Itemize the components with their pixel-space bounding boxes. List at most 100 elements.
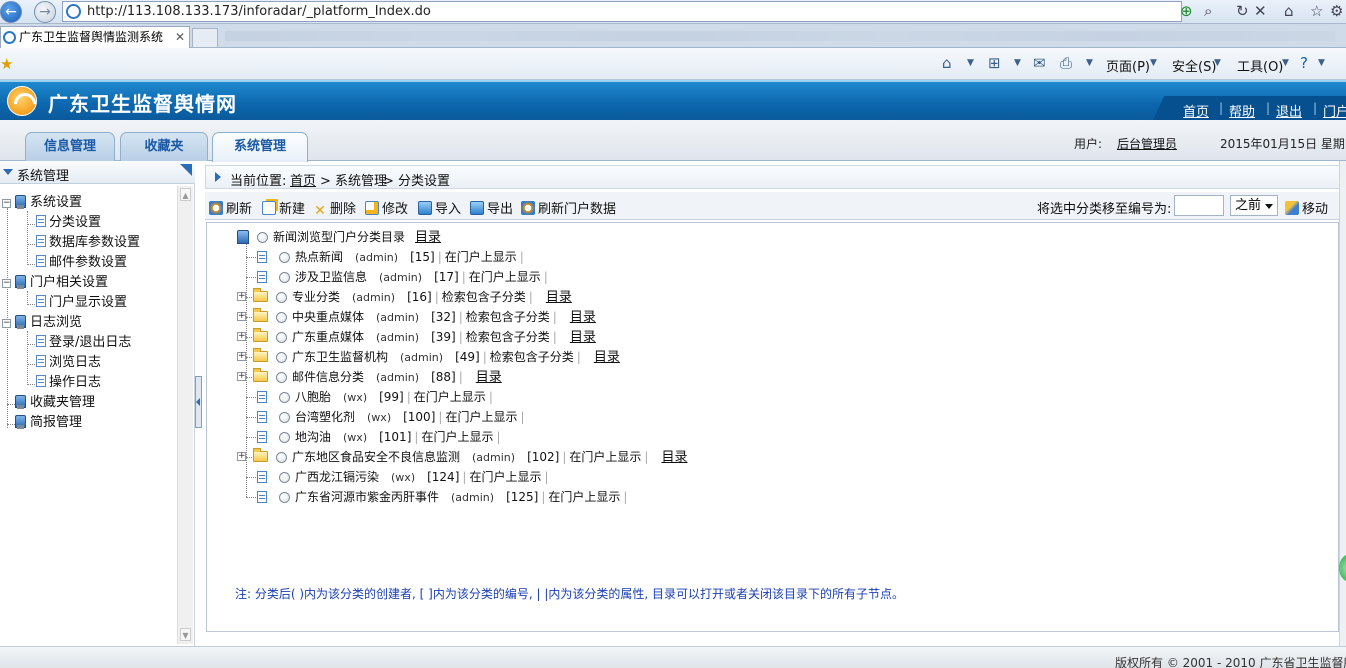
tree-expander[interactable]: + [237,372,246,381]
feeds-icon[interactable]: ⊞ [988,54,1001,72]
import-button[interactable]: 导入 [418,198,461,217]
category-radio[interactable] [279,492,290,503]
category-dir-link[interactable]: 目录 [570,310,596,325]
category-radio[interactable] [279,272,290,283]
position-select[interactable]: 之前 [1230,195,1278,216]
category-id: [39] [431,330,456,344]
tree-expander[interactable]: + [237,452,246,461]
chevron-down-icon[interactable]: ▼ [1014,58,1021,68]
tab-info-management[interactable]: 信息管理 [25,132,115,161]
sidebar-item-database-settings[interactable]: 数据库参数设置 [36,234,140,252]
sidebar-item-category-settings[interactable]: 分类设置 [36,214,101,232]
chevron-down-icon[interactable]: ▼ [1318,58,1325,68]
sidebar-item-portal-settings[interactable]: 门户相关设置 [15,274,108,292]
tree-expander[interactable]: + [237,292,246,301]
page-menu[interactable]: 页面(P) [1106,56,1150,75]
separator: | [528,290,533,304]
help-icon[interactable]: ? [1300,54,1308,72]
category-radio[interactable] [279,252,290,263]
delete-button[interactable]: ✕ 删除 [313,198,356,219]
refresh-button[interactable]: 刷新 [209,198,252,217]
refresh-icon[interactable]: ↻ [1236,2,1249,20]
home-icon[interactable]: ⌂ [1284,2,1294,20]
category-dir-link[interactable]: 目录 [570,330,596,345]
sidebar-item-operation-log[interactable]: 操作日志 [36,374,101,392]
safety-menu[interactable]: 安全(S) [1172,56,1216,75]
sidebar-item-browse-log[interactable]: 浏览日志 [36,354,101,372]
gear-icon[interactable]: ⚙ [1330,2,1343,20]
tree-expander[interactable]: + [237,312,246,321]
sidebar-item-login-log[interactable]: 登录/退出日志 [36,334,131,352]
print-icon[interactable]: ⎙ [1060,54,1072,72]
category-row: 广东省河源市紫金丙肝事件 (admin) [125] | 在门户上显示 | [257,487,630,507]
category-radio[interactable] [276,372,287,383]
root-dir-link[interactable]: 目录 [415,230,441,245]
category-radio[interactable] [279,412,290,423]
home-icon[interactable]: ⌂ [942,54,952,72]
search-icon[interactable]: ⌕ [1204,2,1212,20]
tools-menu[interactable]: 工具(O) [1237,56,1283,75]
browser-tab[interactable]: 广东卫生监督舆情监测系统 ✕ [0,26,190,48]
favorites-star-icon[interactable]: ★ [0,55,13,73]
chevron-down-icon[interactable]: ▼ [1086,58,1093,68]
mail-icon[interactable]: ✉ [1033,54,1046,72]
scroll-down-icon[interactable]: ▼ [180,628,191,641]
collapse-arrow-icon[interactable] [3,169,13,175]
sidebar-scrollbar[interactable]: ▲ ▼ [177,186,193,644]
tree-expander[interactable]: + [237,352,246,361]
favorites-icon[interactable]: ☆ [1310,2,1323,20]
sidebar-toggle-handle[interactable] [195,376,202,428]
back-button[interactable]: ← [0,1,22,23]
sidebar-item-system-settings[interactable]: 系统设置 [15,194,82,212]
sidebar-item-mail-settings[interactable]: 邮件参数设置 [36,254,127,272]
category-radio[interactable] [279,472,290,483]
stop-icon[interactable]: ✕ [1254,2,1267,20]
category-dir-link[interactable]: 目录 [594,350,620,365]
scroll-up-icon[interactable]: ▲ [180,188,191,201]
category-radio[interactable] [279,432,290,443]
url-field[interactable]: http://113.108.133.173/inforadar/_platfo… [62,1,1182,22]
category-radio[interactable] [279,392,290,403]
tab-system-management[interactable]: 系统管理 [212,132,308,162]
sidebar-item-log-browse[interactable]: 日志浏览 [15,314,82,332]
tree-expander[interactable]: − [2,279,11,288]
sidebar-item-briefing-management[interactable]: 简报管理 [15,414,82,432]
export-button[interactable]: 导出 [470,198,513,217]
new-tab-button[interactable] [192,28,218,48]
category-radio[interactable] [276,332,287,343]
home-link[interactable]: 首页 [1183,101,1209,120]
root-radio[interactable] [257,232,268,243]
tree-expander[interactable]: + [237,332,246,341]
separator: | [552,330,557,344]
category-radio[interactable] [276,312,287,323]
close-icon[interactable]: ✕ [175,27,185,47]
category-id: [125] [506,490,539,504]
move-button[interactable]: 移动 [1285,198,1328,217]
logout-link[interactable]: 退出 [1276,101,1302,120]
new-button[interactable]: 新建 [262,198,305,217]
separator: | [562,450,567,464]
sidebar-item-favorites-management[interactable]: 收藏夹管理 [15,394,95,412]
portal-link[interactable]: 门户 [1323,101,1346,120]
forward-button[interactable]: → [34,1,56,23]
category-radio[interactable] [276,452,287,463]
document-icon [36,375,46,387]
refresh-portal-button[interactable]: 刷新门户数据 [521,198,616,217]
import-icon [418,201,432,215]
sidebar-item-portal-display[interactable]: 门户显示设置 [36,294,127,312]
edit-button[interactable]: 修改 [365,198,408,217]
category-dir-link[interactable]: 目录 [476,370,502,385]
user-name-link[interactable]: 后台管理员 [1117,135,1177,152]
category-radio[interactable] [276,352,287,363]
breadcrumb-home-link[interactable]: 首页 [290,170,316,189]
category-dir-link[interactable]: 目录 [546,290,572,305]
tab-favorites[interactable]: 收藏夹 [120,132,208,161]
category-dir-link[interactable]: 目录 [661,450,687,465]
tree-expander[interactable]: − [2,199,11,208]
help-link[interactable]: 帮助 [1229,101,1255,120]
chevron-down-icon[interactable]: ▼ [967,58,974,68]
target-id-input[interactable] [1174,195,1224,216]
category-radio[interactable] [276,292,287,303]
tree-expander[interactable]: − [2,319,11,328]
compat-icon[interactable]: ⊕ [1180,2,1193,20]
